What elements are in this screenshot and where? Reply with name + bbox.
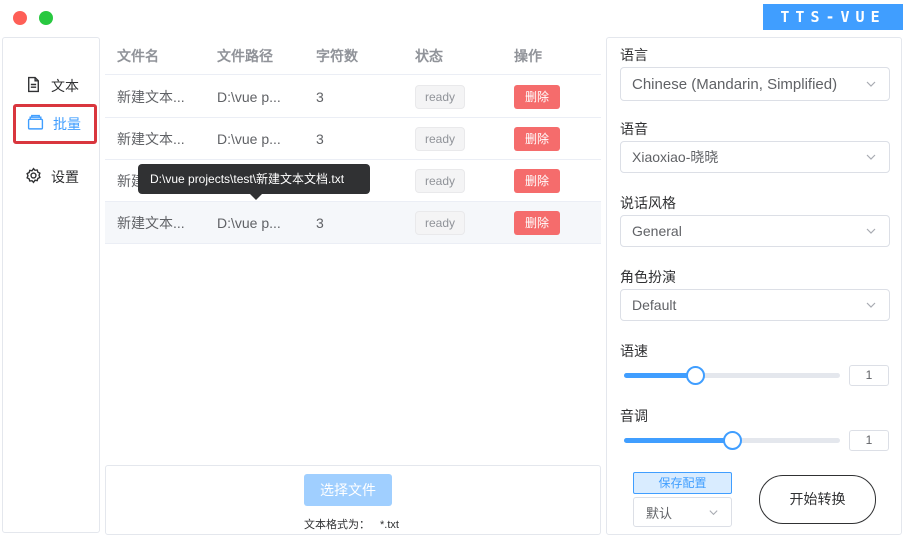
sidebar-item-label: 文本 <box>51 78 79 94</box>
char-count: 3 <box>316 130 324 147</box>
column-header: 字符数 <box>316 47 358 64</box>
char-count: 3 <box>316 88 324 105</box>
preset-value: 默认 <box>646 505 673 521</box>
sidebar-item-label: 批量 <box>53 116 81 132</box>
rate-slider[interactable] <box>624 365 840 385</box>
rate-slider-thumb[interactable] <box>686 366 705 385</box>
delete-button[interactable]: 删除 <box>514 126 561 151</box>
sidebar: 文本 批量 设置 <box>2 37 100 533</box>
voice-value: Xiaoxiao-晓晓 <box>632 149 719 165</box>
chevron-down-icon <box>866 81 876 87</box>
file-name: 新建文本... <box>117 130 185 147</box>
file-table: 文件名 文件路径 字符数 状态 操作 新建文本... D:\vue p... 3… <box>105 37 601 463</box>
sidebar-item-batch[interactable]: 批量 <box>13 104 97 144</box>
status-badge: ready <box>415 168 466 193</box>
status-badge: ready <box>415 84 466 109</box>
format-hint: 文本格式为： *.txt <box>304 516 399 532</box>
style-select[interactable]: General <box>620 215 890 247</box>
file-path: D:\vue p... <box>217 130 281 147</box>
rate-label: 语速 <box>620 343 648 359</box>
voice-select[interactable]: Xiaoxiao-晓晓 <box>620 141 890 173</box>
column-header: 文件路径 <box>217 47 273 64</box>
maximize-window-button[interactable] <box>39 11 53 25</box>
delete-button[interactable]: 删除 <box>514 210 561 235</box>
path-tooltip: D:\vue projects\test\新建文本文档.txt <box>138 164 370 200</box>
table-header: 文件名 文件路径 字符数 状态 操作 <box>105 37 601 75</box>
role-label: 角色扮演 <box>620 269 676 285</box>
column-header: 操作 <box>514 47 542 64</box>
pitch-input[interactable]: 1 <box>849 430 889 451</box>
language-value: Chinese (Mandarin, Simplified) <box>632 75 838 93</box>
file-picker: 选择文件 文本格式为： *.txt <box>105 465 601 535</box>
char-count: 3 <box>316 214 324 231</box>
document-icon <box>25 76 42 96</box>
pitch-label: 音调 <box>620 408 648 424</box>
status-badge: ready <box>415 210 466 235</box>
status-badge: ready <box>415 126 466 151</box>
column-header: 文件名 <box>117 47 159 64</box>
pitch-slider-thumb[interactable] <box>723 431 742 450</box>
table-row[interactable]: 新建文本... D:\vue p... 3 ready 删除 <box>105 202 601 244</box>
column-header: 状态 <box>415 47 443 64</box>
format-value: *.txt <box>380 519 399 531</box>
start-convert-button[interactable]: 开始转换 <box>759 475 876 524</box>
style-value: General <box>632 223 682 239</box>
language-label: 语言 <box>620 47 648 63</box>
gear-icon <box>25 167 42 187</box>
chevron-down-icon <box>866 228 876 234</box>
table-row[interactable]: 新建文本... D:\vue p... 3 ready 删除 <box>105 118 601 160</box>
chevron-down-icon <box>866 154 876 160</box>
voice-label: 语音 <box>620 121 648 137</box>
preset-select[interactable]: 默认 <box>633 497 732 527</box>
role-value: Default <box>632 297 677 313</box>
settings-panel: 语言 Chinese (Mandarin, Simplified) 语音 Xia… <box>606 37 902 535</box>
file-name: 新建文本... <box>117 214 185 231</box>
app-brand: TTS-VUE <box>763 4 903 30</box>
file-path: D:\vue p... <box>217 214 281 231</box>
chevron-down-icon <box>866 302 876 308</box>
style-label: 说话风格 <box>620 195 676 211</box>
role-select[interactable]: Default <box>620 289 890 321</box>
table-row[interactable]: 新建文本... D:\vue p... 3 ready 删除 <box>105 76 601 118</box>
file-path: D:\vue p... <box>217 88 281 105</box>
delete-button[interactable]: 删除 <box>514 84 561 109</box>
save-config-button[interactable]: 保存配置 <box>633 472 732 494</box>
sidebar-item-settings[interactable]: 设置 <box>13 157 97 197</box>
rate-input[interactable]: 1 <box>849 365 889 386</box>
sidebar-item-label: 设置 <box>51 169 79 185</box>
close-window-button[interactable] <box>13 11 27 25</box>
format-label: 文本格式为： <box>304 519 370 531</box>
file-name: 新建文本... <box>117 88 185 105</box>
choose-file-button[interactable]: 选择文件 <box>304 474 392 506</box>
chevron-down-icon <box>709 509 718 515</box>
folder-icon <box>27 114 44 134</box>
delete-button[interactable]: 删除 <box>514 168 561 193</box>
sidebar-item-text[interactable]: 文本 <box>13 66 97 106</box>
pitch-slider[interactable] <box>624 430 840 450</box>
language-select[interactable]: Chinese (Mandarin, Simplified) <box>620 67 890 101</box>
